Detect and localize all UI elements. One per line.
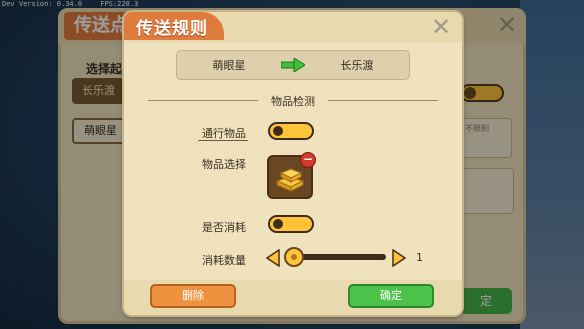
consume-toggle[interactable] xyxy=(268,215,314,233)
section-divider-left xyxy=(148,100,258,101)
pass-item-label: 通行物品 xyxy=(202,127,246,140)
decrease-arrow-icon[interactable] xyxy=(266,249,280,267)
consume-count-value: 1 xyxy=(416,251,423,264)
remove-item-icon[interactable]: − xyxy=(300,152,316,168)
consume-count-slider-track[interactable] xyxy=(294,254,386,260)
close-icon[interactable]: ✕ xyxy=(429,15,453,39)
confirm-button[interactable]: 确定 xyxy=(348,284,434,308)
dialog-title: 传送规则 xyxy=(136,19,208,39)
consume-label: 是否消耗 xyxy=(202,221,246,234)
route-origin: 萌眼星 xyxy=(212,59,246,72)
route-destination: 长乐渡 xyxy=(340,59,374,72)
toggle-knob xyxy=(273,126,283,136)
consume-count-slider-handle[interactable] xyxy=(284,247,304,267)
item-select-label: 物品选择 xyxy=(202,158,246,171)
increase-arrow-icon[interactable] xyxy=(392,249,406,267)
consume-count-label: 消耗数量 xyxy=(202,254,246,267)
pass-item-underline xyxy=(198,140,248,141)
arrow-right-icon xyxy=(281,58,305,72)
route-bar: 萌眼星 长乐渡 xyxy=(176,50,410,80)
section-title: 物品检测 xyxy=(271,95,315,108)
toggle-knob xyxy=(273,219,283,229)
teleport-rules-dialog: 传送规则 ✕ 萌眼星 长乐渡 物品检测 通行物品 物品选择 − 是否消耗 消耗数… xyxy=(124,12,462,315)
delete-button[interactable]: 删除 xyxy=(150,284,236,308)
pass-item-toggle[interactable] xyxy=(268,122,314,140)
section-divider-right xyxy=(328,100,438,101)
